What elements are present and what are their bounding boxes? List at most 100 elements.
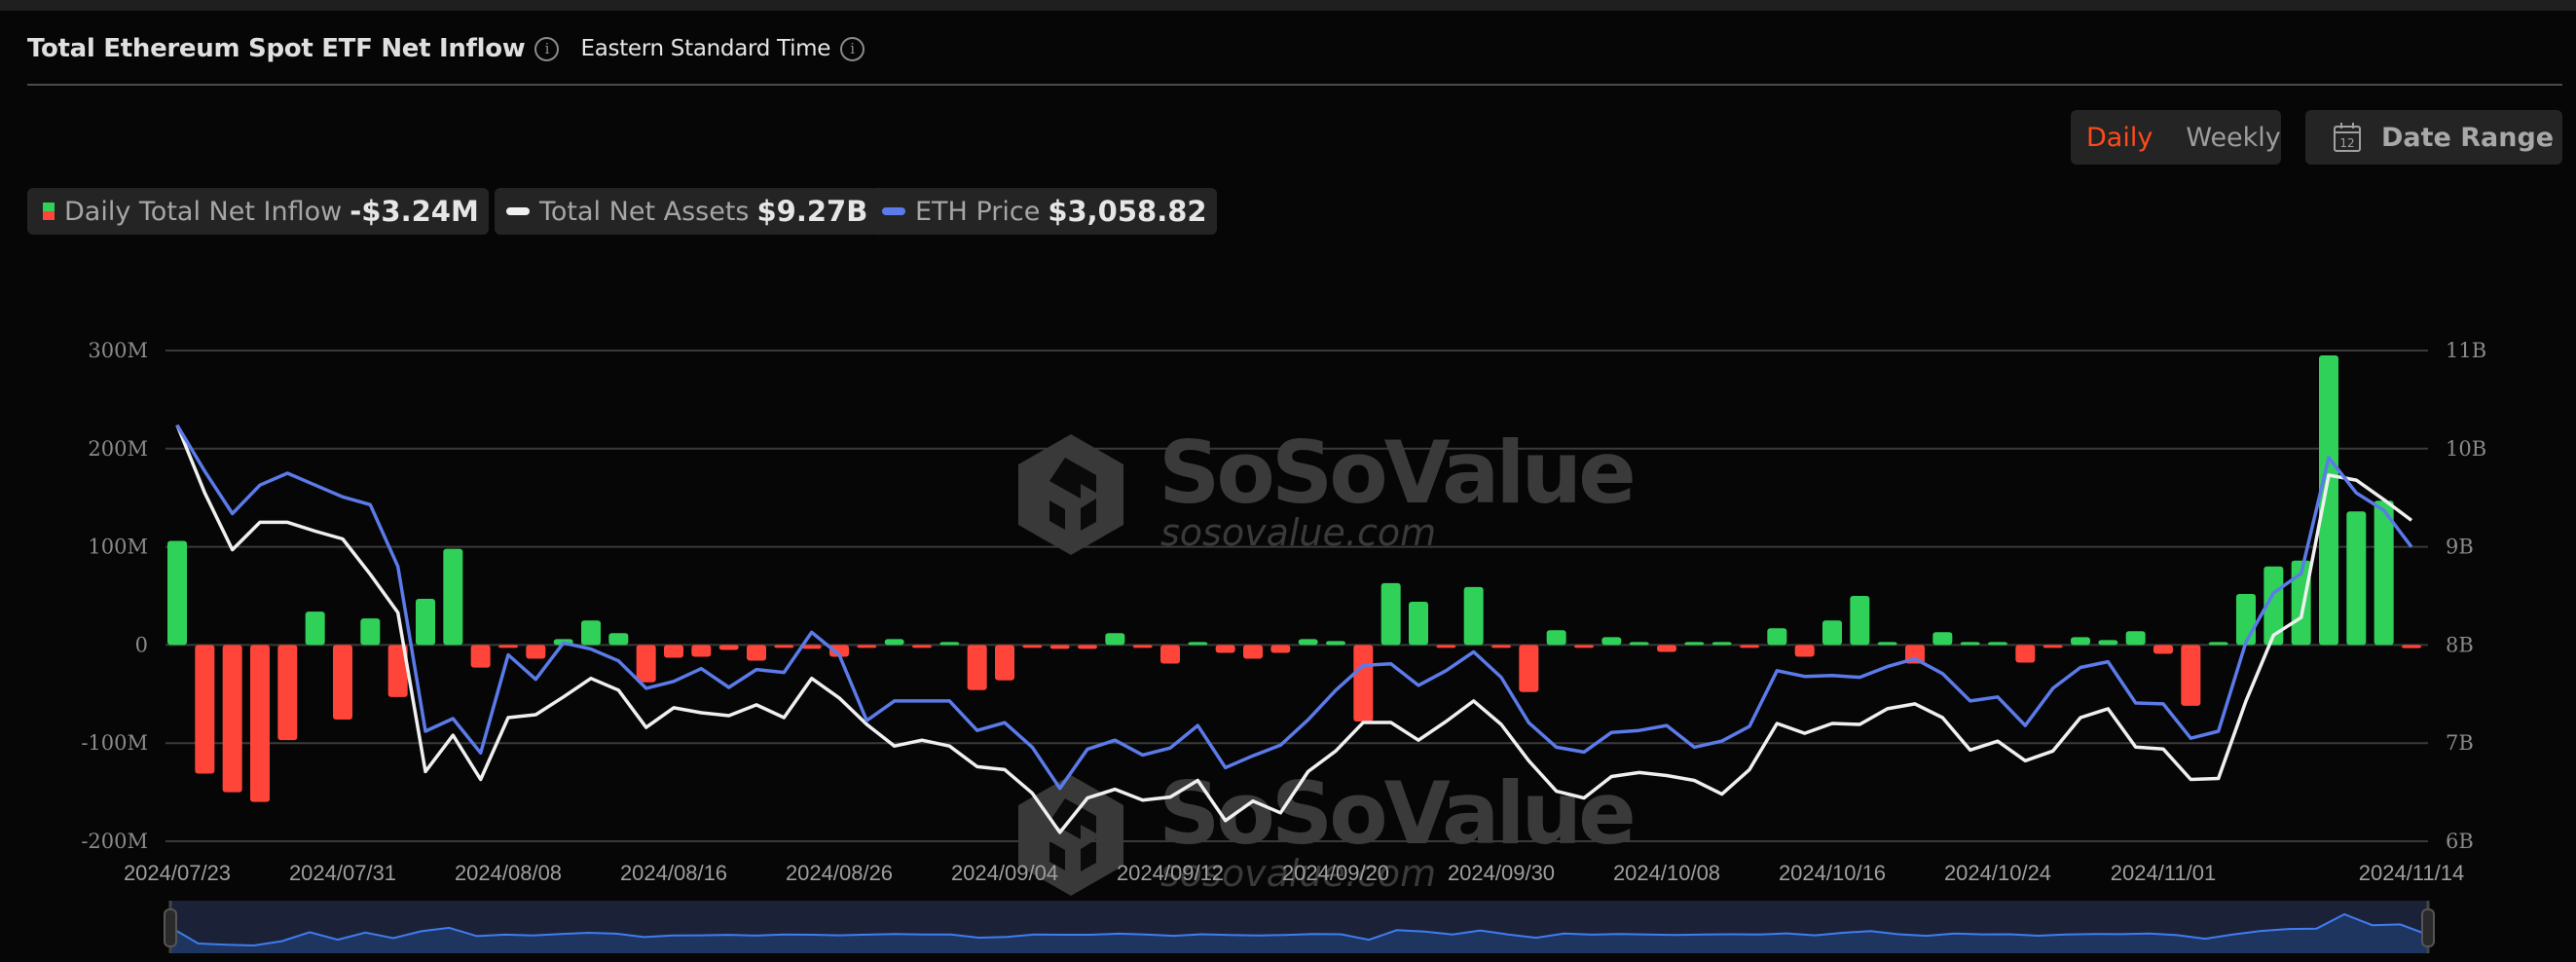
inflow-bar[interactable]: [195, 645, 215, 774]
inflow-bar[interactable]: [664, 645, 683, 658]
x-axis-tick: 2024/08/16: [620, 861, 727, 885]
inflow-bar[interactable]: [2402, 645, 2421, 648]
inflow-bar[interactable]: [167, 540, 187, 646]
inflow-bar[interactable]: [2042, 645, 2063, 648]
inflow-bar[interactable]: [1988, 642, 2007, 646]
inflow-bar[interactable]: [250, 645, 270, 802]
inflow-bar[interactable]: [1353, 645, 1374, 722]
inflow-bar[interactable]: [2153, 645, 2173, 654]
inflow-bar[interactable]: [1932, 632, 1953, 646]
x-axis-tick: 2024/09/12: [1117, 861, 1224, 885]
inflow-bar[interactable]: [2319, 355, 2338, 646]
left-axis-tick: 300M: [88, 339, 148, 362]
inflow-bar[interactable]: [470, 645, 491, 668]
inflow-bar[interactable]: [277, 645, 298, 741]
chart-canvas: SoSoValuesosovalue.comSoSoValuesosovalue…: [81, 339, 2486, 953]
inflow-bar[interactable]: [2071, 637, 2090, 646]
inflow-bar[interactable]: [416, 599, 435, 646]
inflow-bar[interactable]: [333, 645, 352, 721]
x-axis-tick: 2024/07/31: [289, 861, 396, 885]
inflow-bar[interactable]: [1326, 641, 1345, 646]
inflow-bar[interactable]: [1601, 637, 1622, 646]
inflow-bar[interactable]: [443, 548, 463, 646]
watermark-1: SoSoValuesosovalue.com: [1018, 423, 1637, 555]
inflow-bar[interactable]: [2181, 645, 2201, 706]
right-axis-tick: 6B: [2446, 830, 2474, 853]
inflow-bar[interactable]: [718, 645, 739, 650]
left-axis-tick: -200M: [81, 830, 148, 853]
inflow-bar[interactable]: [636, 645, 656, 683]
inflow-bar[interactable]: [1546, 630, 1566, 646]
right-axis-tick: 7B: [2446, 731, 2474, 755]
inflow-bar[interactable]: [801, 645, 822, 649]
inflow-bar[interactable]: [1711, 642, 1732, 646]
inflow-bar[interactable]: [1629, 642, 1649, 646]
x-axis-tick: 2024/10/16: [1779, 861, 1886, 885]
inflow-bar[interactable]: [2346, 511, 2367, 646]
inflow-bar[interactable]: [1877, 642, 1897, 646]
inflow-bar[interactable]: [2208, 642, 2228, 646]
inflow-bar[interactable]: [1519, 645, 1539, 692]
inflow-bar[interactable]: [691, 645, 712, 657]
watermark-group: SoSoValuesosovalue.comSoSoValuesosovalue…: [1018, 423, 1637, 896]
inflow-bar[interactable]: [857, 645, 877, 648]
inflow-bar[interactable]: [1409, 602, 1428, 646]
x-axis-tick: 2024/09/20: [1282, 861, 1389, 885]
inflow-bar[interactable]: [581, 620, 601, 646]
right-axis-tick: 8B: [2446, 633, 2474, 656]
inflow-bar[interactable]: [1684, 642, 1705, 646]
inflow-bar[interactable]: [1078, 645, 1097, 649]
inflow-bar[interactable]: [1574, 645, 1594, 648]
x-axis-tick: 2024/10/24: [1944, 861, 2051, 885]
inflow-bar[interactable]: [967, 645, 987, 690]
inflow-bar[interactable]: [1767, 628, 1787, 646]
inflow-bar[interactable]: [939, 642, 960, 646]
inflow-bar[interactable]: [747, 645, 766, 661]
inflow-bar[interactable]: [305, 611, 325, 646]
inflow-bar[interactable]: [912, 645, 932, 648]
x-axis-tick: 2024/08/08: [455, 861, 562, 885]
inflow-bar[interactable]: [1380, 582, 1401, 646]
inflow-bar[interactable]: [526, 645, 546, 659]
inflow-bar[interactable]: [1491, 645, 1511, 648]
inflow-bar[interactable]: [1022, 645, 1043, 648]
inflow-bar[interactable]: [1657, 645, 1676, 652]
inflow-bar[interactable]: [1850, 596, 1870, 646]
inflow-bar[interactable]: [1298, 639, 1318, 646]
inflow-bar[interactable]: [498, 645, 518, 648]
inflow-bar[interactable]: [1132, 645, 1153, 648]
inflow-bar[interactable]: [608, 633, 629, 646]
inflow-bar[interactable]: [1270, 645, 1291, 653]
inflow-bar[interactable]: [222, 645, 242, 793]
inflow-bar[interactable]: [1822, 620, 1842, 646]
slider-right-handle[interactable]: [2421, 908, 2435, 947]
inflow-bar[interactable]: [1215, 645, 1235, 653]
inflow-bar[interactable]: [884, 639, 904, 646]
inflow-bar[interactable]: [1105, 633, 1125, 646]
inflow-bar[interactable]: [2236, 593, 2256, 646]
inflow-bar[interactable]: [2015, 645, 2036, 663]
right-axis-tick: 9B: [2446, 536, 2474, 559]
inflow-bar[interactable]: [1463, 586, 1484, 646]
watermark-brand: SoSoValue: [1159, 423, 1633, 523]
x-axis-tick: 2024/11/01: [2111, 861, 2216, 885]
inflow-bar[interactable]: [995, 645, 1014, 681]
left-axis-labels: 300M 200M 100M 0 -100M -200M: [81, 339, 148, 853]
inflow-bar[interactable]: [2125, 631, 2146, 646]
left-axis-tick: 0: [135, 633, 148, 656]
inflow-bar[interactable]: [774, 645, 794, 648]
inflow-bar[interactable]: [1960, 642, 1980, 646]
inflow-bar[interactable]: [1740, 645, 1759, 648]
inflow-bar[interactable]: [2374, 500, 2394, 646]
inflow-bar[interactable]: [1243, 645, 1263, 659]
inflow-bar[interactable]: [1160, 645, 1180, 664]
inflow-bar[interactable]: [1436, 645, 1456, 648]
inflow-bar[interactable]: [360, 618, 381, 646]
inflow-bar[interactable]: [1794, 645, 1815, 657]
inflow-bar[interactable]: [1188, 642, 1208, 646]
right-axis-tick: 11B: [2446, 339, 2486, 362]
x-axis-labels: 2024/07/23 2024/07/31 2024/08/08 2024/08/16…: [124, 861, 2464, 885]
slider-left-handle[interactable]: [164, 908, 177, 947]
inflow-bar[interactable]: [2098, 640, 2118, 646]
inflow-bar[interactable]: [1049, 645, 1070, 649]
